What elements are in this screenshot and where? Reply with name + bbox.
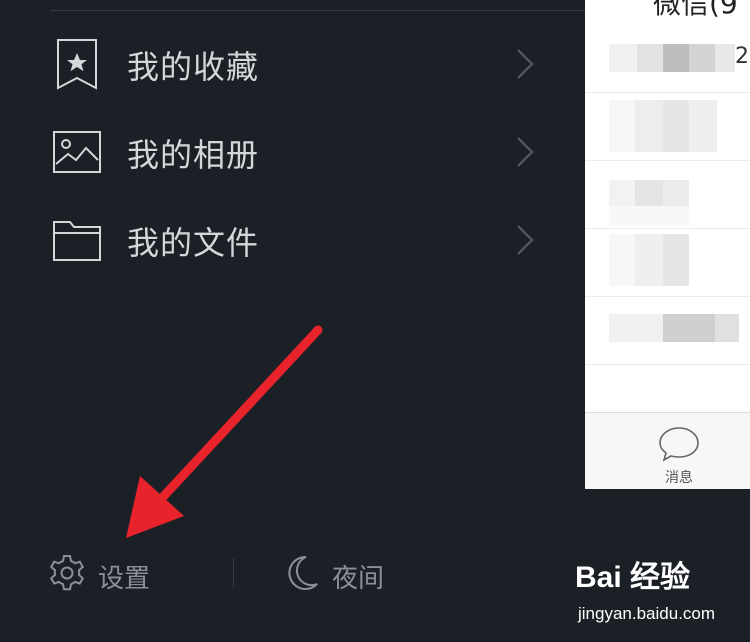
folder-icon xyxy=(52,214,102,266)
chat-header-title: 微信(9 xyxy=(653,0,738,20)
gear-icon xyxy=(49,555,85,591)
menu-item-label: 我的相册 xyxy=(127,136,260,174)
image-icon xyxy=(52,126,102,178)
chat-list-item[interactable] xyxy=(585,296,750,365)
chat-list-item[interactable] xyxy=(585,92,750,161)
moon-icon xyxy=(288,555,318,590)
chevron-right-icon xyxy=(512,48,536,80)
chat-list-panel[interactable]: 微信(9 2 消息 xyxy=(585,0,750,489)
tab-messages[interactable]: 消息 xyxy=(657,425,701,486)
bookmark-star-icon xyxy=(52,38,102,90)
menu-item-files[interactable]: 我的文件 xyxy=(0,214,585,294)
menu-item-album[interactable]: 我的相册 xyxy=(0,126,585,206)
menu-item-label: 我的文件 xyxy=(127,224,260,262)
watermark-logo: Bai 经验 jingyan.baidu.com xyxy=(575,552,750,632)
chat-list-item[interactable] xyxy=(585,228,750,297)
chat-bubble-icon xyxy=(659,427,699,462)
bottom-bar: 设置 夜间 xyxy=(0,548,585,608)
menu-item-favorites[interactable]: 我的收藏 xyxy=(0,38,585,118)
watermark-brand: Bai 经验 xyxy=(575,561,691,594)
chat-list-item[interactable] xyxy=(585,160,750,229)
top-divider xyxy=(50,10,585,11)
watermark-url: jingyan.baidu.com xyxy=(578,604,716,623)
chevron-right-icon xyxy=(512,224,536,256)
settings-label: 设置 xyxy=(98,564,151,594)
chat-list-item[interactable] xyxy=(585,24,750,93)
night-mode-label: 夜间 xyxy=(332,564,385,594)
bottom-tab-bar: 消息 xyxy=(585,412,750,489)
chat-item-snippet: 2 xyxy=(735,44,749,69)
chevron-right-icon xyxy=(512,136,536,168)
tab-messages-label: 消息 xyxy=(665,470,693,486)
menu-item-label: 我的收藏 xyxy=(127,48,260,86)
bottom-divider xyxy=(233,558,234,588)
